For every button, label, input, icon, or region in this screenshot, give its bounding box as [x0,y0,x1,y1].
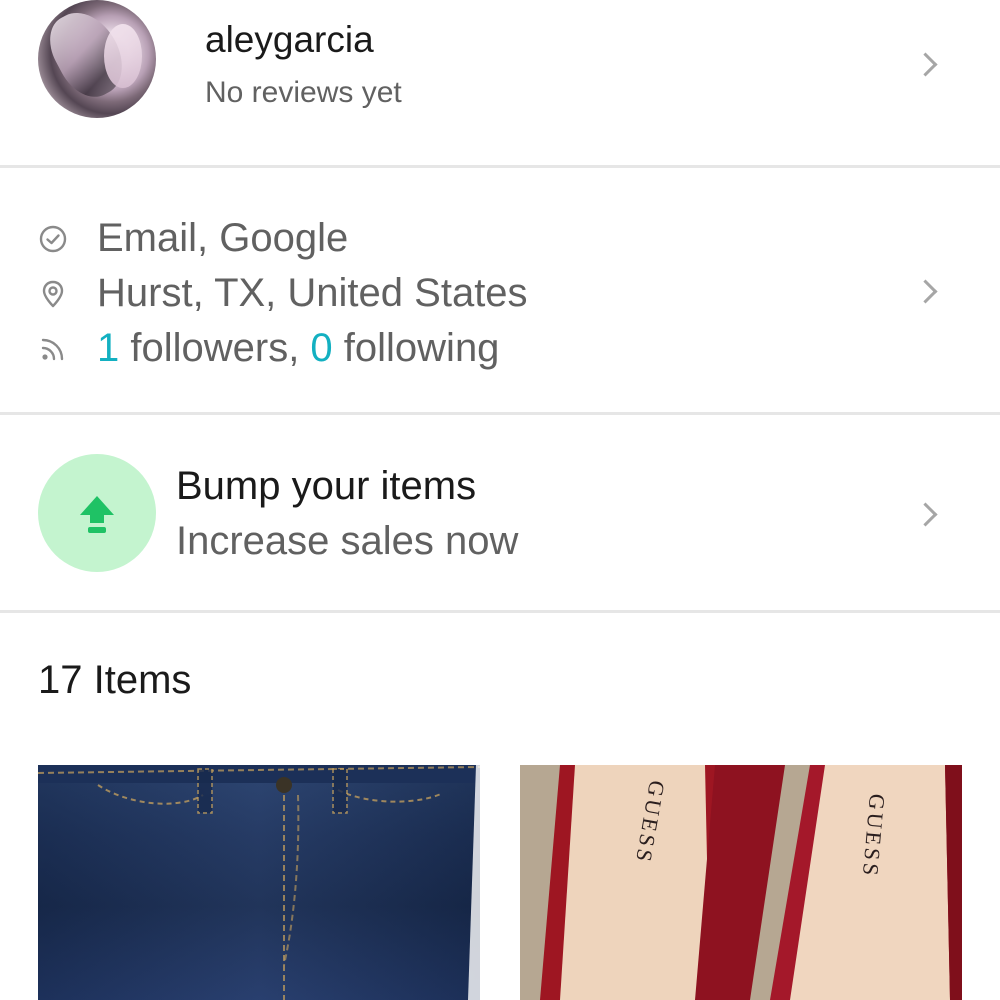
avatar [38,0,156,118]
profile-info[interactable]: Email, Google Hurst, TX, United States 1… [0,168,1000,412]
up-arrow-icon [80,496,114,533]
profile-header[interactable]: aleygarcia No reviews yet [0,0,1000,165]
divider [0,610,1000,613]
item-card-shoes[interactable]: GUESS GUESS [520,765,962,1000]
followers-text: 1 followers, 0 following [97,325,499,371]
followers-count[interactable]: 1 [97,326,119,370]
verified-text: Email, Google [97,216,349,260]
feed-icon [41,338,64,361]
chevron-right-icon [913,52,938,77]
bump-icon-circle [38,454,156,572]
check-circle-icon [39,225,67,253]
location-row: Hurst, TX, United States [0,268,1000,318]
item-card-jeans[interactable] [38,765,480,1000]
jeans-image [38,765,480,1000]
following-label: following [332,326,500,370]
following-count[interactable]: 0 [310,326,332,370]
reviews-status: No reviews yet [205,76,402,109]
followers-row: 1 followers, 0 following [0,323,1000,373]
shoes-image [520,765,962,1000]
location-text: Hurst, TX, United States [97,271,528,315]
verified-row: Email, Google [0,213,1000,263]
bump-subtitle: Increase sales now [176,519,519,563]
location-pin-icon [42,280,64,308]
followers-label: followers, [119,326,311,370]
items-count: 17 Items [38,658,192,702]
username: aleygarcia [205,19,374,60]
bump-title: Bump your items [176,464,477,508]
